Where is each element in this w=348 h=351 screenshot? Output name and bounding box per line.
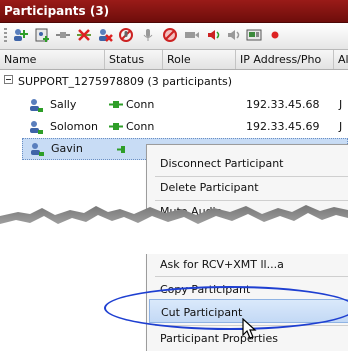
- column-headers: Name Status Role IP Address/Pho Al: [0, 50, 348, 70]
- menu-item-label: Participant Properties: [160, 332, 278, 345]
- title-bar: Participants (3): [0, 0, 348, 23]
- participant-icon: [31, 143, 44, 156]
- toolbar-grip: [4, 28, 7, 44]
- record-icon[interactable]: [270, 27, 280, 43]
- delete-icon[interactable]: [97, 27, 113, 43]
- table-row[interactable]: Sally Conn 192.33.45.68 J: [0, 94, 348, 116]
- group-row[interactable]: SUPPORT_1275978809 (3 participants): [0, 71, 348, 93]
- group-label: SUPPORT_1275978809 (3 participants): [18, 75, 233, 88]
- audio-out-icon[interactable]: [206, 27, 222, 43]
- connect-icon[interactable]: [55, 27, 71, 43]
- column-header-alias[interactable]: Al: [334, 50, 348, 69]
- menu-item-disconnect-participant[interactable]: Disconnect Participant: [147, 151, 348, 175]
- window-title: Participants (3): [4, 4, 110, 18]
- mouse-cursor-icon: [242, 318, 257, 339]
- table-row[interactable]: Solomon Conn 192.33.45.69 J: [0, 116, 348, 138]
- connected-status-icon: [109, 123, 123, 130]
- participant-status: Conn: [126, 120, 155, 133]
- menu-item-label: Delete Participant: [160, 181, 259, 194]
- connected-status-icon: [109, 101, 123, 108]
- camera-icon[interactable]: [246, 27, 262, 43]
- participant-name: Gavin: [51, 142, 83, 155]
- audio-in-icon[interactable]: [226, 27, 242, 43]
- column-header-name[interactable]: Name: [0, 50, 105, 69]
- torn-paper-divider: [0, 205, 348, 254]
- participant-icon: [30, 121, 43, 134]
- connected-status-icon: [117, 146, 125, 153]
- mute-icon[interactable]: [118, 27, 134, 43]
- column-header-ip-address[interactable]: IP Address/Pho: [236, 50, 334, 69]
- participant-ip: 192.33.45.68: [246, 98, 320, 111]
- participants-window: Participants (3) Name Status Role IP Add…: [0, 0, 348, 351]
- participant-status: Conn: [126, 98, 155, 111]
- participant-name: Solomon: [50, 120, 98, 133]
- highlight-ellipse: [104, 286, 348, 330]
- collapse-icon[interactable]: [4, 75, 13, 84]
- add-from-address-book-icon[interactable]: [34, 27, 50, 43]
- participant-ip: 192.33.45.69: [246, 120, 320, 133]
- add-participant-icon[interactable]: [12, 27, 28, 43]
- disconnect-icon[interactable]: [76, 27, 92, 43]
- toolbar: [0, 23, 348, 50]
- video-icon[interactable]: [184, 27, 200, 43]
- participant-name: Sally: [50, 98, 77, 111]
- mute-audio-icon[interactable]: [140, 27, 156, 43]
- column-header-status[interactable]: Status: [105, 50, 163, 69]
- participant-alias: J: [339, 98, 343, 111]
- menu-item-label: Ask for RCV+XMT ll...a: [160, 258, 284, 271]
- participant-alias: J: [339, 120, 343, 133]
- participant-icon: [30, 99, 43, 112]
- column-header-role[interactable]: Role: [163, 50, 236, 69]
- menu-item-ask-for-rcv-xmt[interactable]: Ask for RCV+XMT ll...a: [147, 252, 348, 276]
- menu-item-label: Disconnect Participant: [160, 157, 284, 170]
- block-icon[interactable]: [162, 27, 178, 43]
